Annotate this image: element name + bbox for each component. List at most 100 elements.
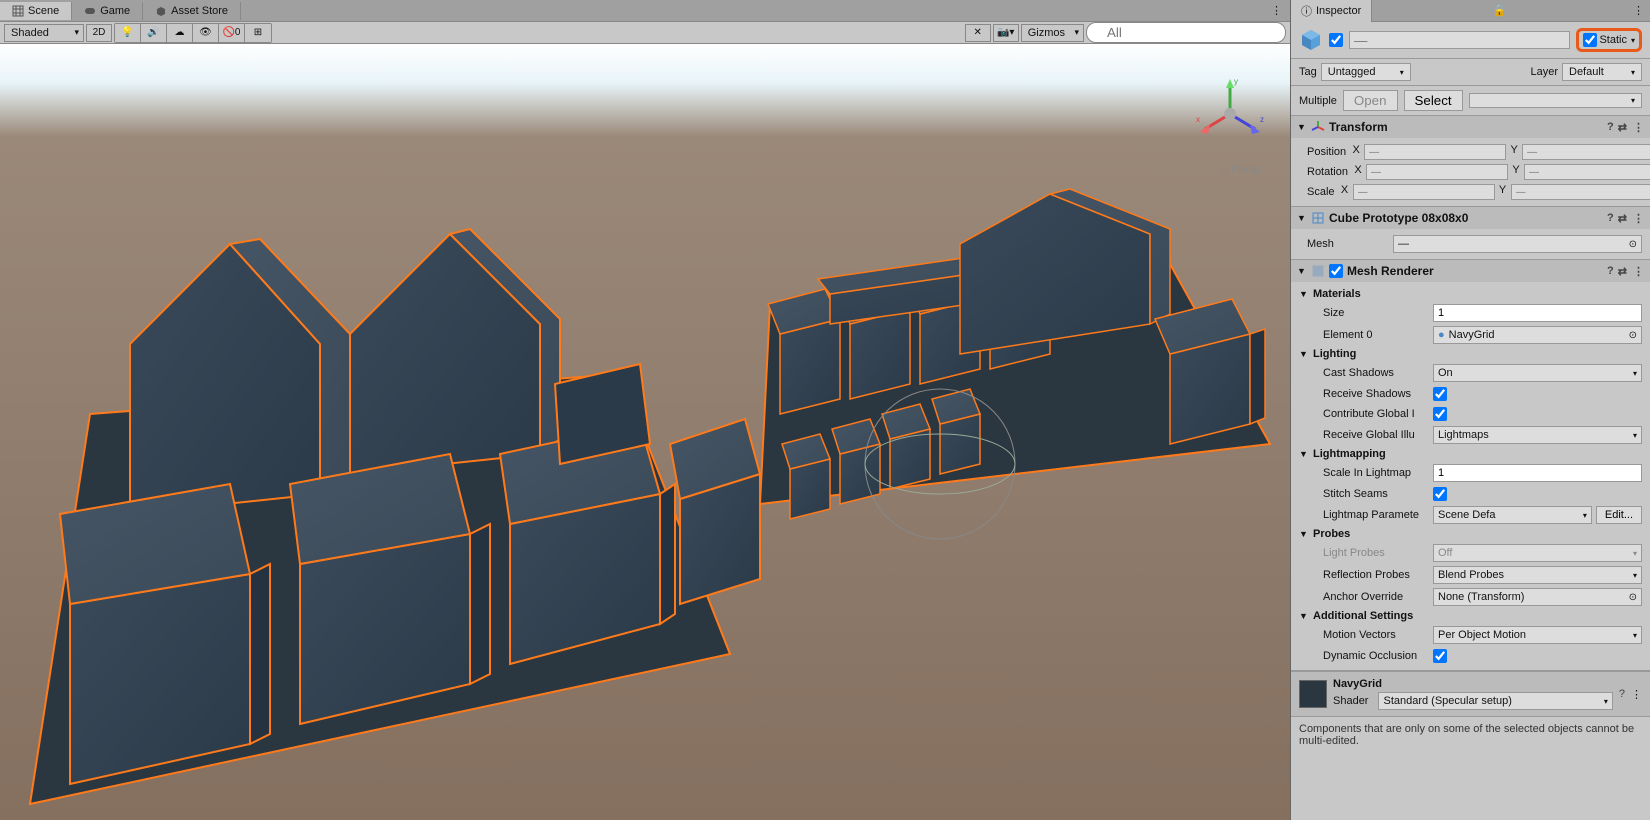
overrides-dropdown[interactable] (1469, 93, 1642, 108)
meshfilter-header[interactable]: ▼ Cube Prototype 08x08x0 ? ⇄ ⋮ (1291, 207, 1650, 229)
rotation-label: Rotation (1299, 166, 1348, 178)
inspector-menu-icon[interactable]: ⋮ (1627, 4, 1650, 17)
inspector-lock-icon[interactable]: 🔒 (1487, 4, 1513, 17)
scale-label: Scale (1299, 186, 1335, 198)
edit-button[interactable]: Edit... (1596, 506, 1642, 524)
preset-icon[interactable]: ⇄ (1618, 265, 1627, 278)
receive-shadows-checkbox[interactable] (1433, 387, 1447, 401)
help-icon[interactable]: ? (1607, 212, 1614, 224)
help-icon[interactable]: ? (1607, 265, 1614, 277)
stitch-seams-label: Stitch Seams (1299, 488, 1429, 500)
renderer-enabled-checkbox[interactable] (1329, 264, 1343, 278)
tab-scene[interactable]: Scene (0, 2, 72, 20)
element0-object-field[interactable]: ●NavyGrid ⊙ (1433, 326, 1642, 344)
stitch-seams-checkbox[interactable] (1433, 487, 1447, 501)
tag-dropdown[interactable]: Untagged (1321, 63, 1411, 81)
hidden-toggle-icon[interactable]: 👁 (193, 24, 219, 42)
mesh-label: Mesh (1299, 238, 1389, 250)
fold-icon: ▼ (1297, 122, 1307, 132)
meshrenderer-component: ▼ Mesh Renderer ? ⇄⋮ ▼Materials Size Ele… (1291, 260, 1650, 671)
2d-toggle[interactable]: 2D (86, 24, 112, 42)
tab-game[interactable]: Game (72, 2, 143, 20)
tab-inspector[interactable]: ⓘ Inspector (1291, 0, 1372, 22)
object-picker-icon[interactable]: ⊙ (1629, 330, 1637, 341)
element0-label: Element 0 (1299, 329, 1429, 341)
open-button[interactable]: Open (1343, 90, 1398, 111)
gizmos-dropdown[interactable]: Gizmos (1021, 24, 1084, 42)
tab-asset-store[interactable]: Asset Store (143, 2, 241, 20)
cast-shadows-dropdown[interactable]: On (1433, 364, 1642, 382)
multiple-label: Multiple (1299, 95, 1337, 107)
mesh-object-field[interactable]: — ⊙ (1393, 235, 1642, 253)
static-label: Static (1599, 34, 1627, 46)
anchor-object-field[interactable]: None (Transform) ⊙ (1433, 588, 1642, 606)
grid-toggle-icon[interactable]: ⊞ (245, 24, 271, 42)
camera-icon[interactable]: 📷▾ (993, 24, 1019, 42)
position-y-input[interactable] (1522, 144, 1650, 160)
material-name: NavyGrid (1333, 678, 1613, 690)
reflection-dropdown[interactable]: Blend Probes (1433, 566, 1642, 584)
object-picker-icon[interactable]: ⊙ (1629, 239, 1637, 250)
meshrenderer-header[interactable]: ▼ Mesh Renderer ? ⇄⋮ (1291, 260, 1650, 282)
layer-dropdown[interactable]: Default (1562, 63, 1642, 81)
tab-menu-icon[interactable]: ⋮ (1263, 4, 1290, 17)
meshfilter-title: Cube Prototype 08x08x0 (1329, 211, 1603, 225)
layers-toggle-icon[interactable]: 🚫0 (219, 24, 245, 42)
shading-dropdown[interactable]: Shaded (4, 24, 84, 42)
lm-params-label: Lightmap Paramete (1299, 509, 1429, 521)
additional-header[interactable]: ▼Additional Settings (1299, 608, 1642, 624)
materials-header[interactable]: ▼Materials (1299, 286, 1642, 302)
audio-toggle-icon[interactable]: 🔊 (141, 24, 167, 42)
fx-toggle-icon[interactable]: ☁ (167, 24, 193, 42)
scale-y-input[interactable] (1511, 184, 1650, 200)
fold-icon: ▼ (1297, 213, 1307, 223)
tools-icon[interactable]: ✕ (965, 24, 991, 42)
material-preview-icon (1299, 680, 1327, 708)
material-header[interactable]: NavyGrid Shader Standard (Specular setup… (1291, 671, 1650, 716)
mesh-icon (1311, 211, 1325, 225)
scene-search-input[interactable] (1086, 22, 1286, 43)
lighting-header[interactable]: ▼Lighting (1299, 346, 1642, 362)
receive-shadows-label: Receive Shadows (1299, 388, 1429, 400)
lm-params-dropdown[interactable]: Scene Defa (1433, 506, 1592, 524)
scene-geometry (0, 44, 1290, 820)
scene-viewport[interactable]: x y z ◁ Persp (0, 44, 1290, 820)
active-checkbox[interactable] (1329, 33, 1343, 47)
rotation-y-input[interactable] (1524, 164, 1650, 180)
dynamic-occ-checkbox[interactable] (1433, 649, 1447, 663)
context-menu-icon[interactable]: ⋮ (1633, 265, 1644, 278)
scale-x-input[interactable] (1353, 184, 1495, 200)
lightmapping-header[interactable]: ▼Lightmapping (1299, 446, 1642, 462)
position-x-input[interactable] (1364, 144, 1506, 160)
scene-tab-bar: Scene Game Asset Store ⋮ (0, 0, 1290, 22)
rotation-x-input[interactable] (1366, 164, 1508, 180)
context-menu-icon[interactable]: ⋮ (1633, 212, 1644, 225)
scale-lightmap-input[interactable] (1433, 464, 1642, 482)
receive-gi-dropdown[interactable]: Lightmaps (1433, 426, 1642, 444)
lighting-toggle-icon[interactable]: 💡 (115, 24, 141, 42)
renderer-icon (1311, 264, 1325, 278)
contribute-gi-checkbox[interactable] (1433, 407, 1447, 421)
probes-header[interactable]: ▼Probes (1299, 526, 1642, 542)
static-checkbox[interactable] (1583, 33, 1597, 47)
tab-game-label: Game (100, 5, 130, 17)
context-menu-icon[interactable]: ⋮ (1633, 121, 1644, 134)
cast-shadows-label: Cast Shadows (1299, 367, 1429, 379)
dynamic-occ-label: Dynamic Occlusion (1299, 650, 1429, 662)
context-menu-icon[interactable]: ⋮ (1631, 688, 1642, 701)
select-button[interactable]: Select (1404, 90, 1463, 111)
static-dropdown-icon[interactable]: ▾ (1631, 36, 1635, 45)
transform-header[interactable]: ▼ Transform ? ⇄⋮ (1291, 116, 1650, 138)
inspector-tab-bar: ⓘ Inspector 🔒 ⋮ (1291, 0, 1650, 22)
help-icon[interactable]: ? (1619, 688, 1625, 700)
motion-dropdown[interactable]: Per Object Motion (1433, 626, 1642, 644)
materials-size-input[interactable] (1433, 304, 1642, 322)
help-icon[interactable]: ? (1607, 121, 1614, 133)
shader-dropdown[interactable]: Standard (Specular setup) (1378, 692, 1612, 710)
preset-icon[interactable]: ⇄ (1618, 212, 1627, 225)
object-picker-icon[interactable]: ⊙ (1629, 592, 1637, 603)
gameobject-name-input[interactable] (1349, 31, 1570, 49)
preset-icon[interactable]: ⇄ (1618, 121, 1627, 134)
scene-toolbar: Shaded 2D 💡 🔊 ☁ 👁 🚫0 ⊞ ✕ 📷▾ Gizmos 🔍 (0, 22, 1290, 44)
fold-icon: ▼ (1297, 266, 1307, 276)
